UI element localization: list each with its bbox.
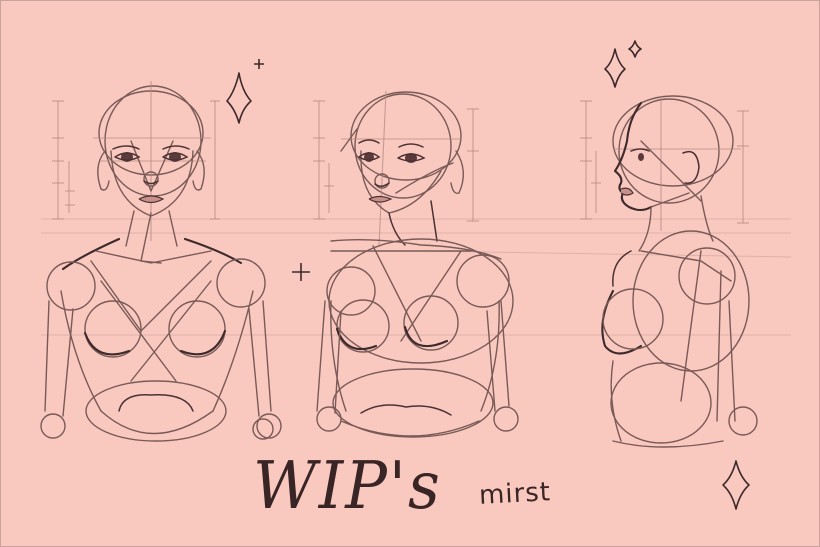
sketch-title: WIP's bbox=[253, 447, 442, 524]
sparkle-icon bbox=[628, 40, 642, 58]
three-quarter-view-figure bbox=[313, 90, 519, 438]
sparkle-icon bbox=[722, 460, 750, 510]
proportion-ruler bbox=[580, 100, 749, 224]
sparkle-icon bbox=[604, 48, 626, 88]
proportion-ruler bbox=[313, 100, 479, 222]
side-view-figure bbox=[580, 95, 758, 448]
sparkle-icon bbox=[226, 72, 252, 124]
sketch-canvas: WIP's mirst bbox=[0, 0, 820, 547]
sparkle-icon bbox=[254, 59, 264, 69]
front-view-figure bbox=[40, 81, 282, 442]
artist-signature: mirst bbox=[478, 477, 552, 511]
proportion-ruler bbox=[52, 100, 220, 220]
sparkle-icon bbox=[292, 263, 310, 281]
